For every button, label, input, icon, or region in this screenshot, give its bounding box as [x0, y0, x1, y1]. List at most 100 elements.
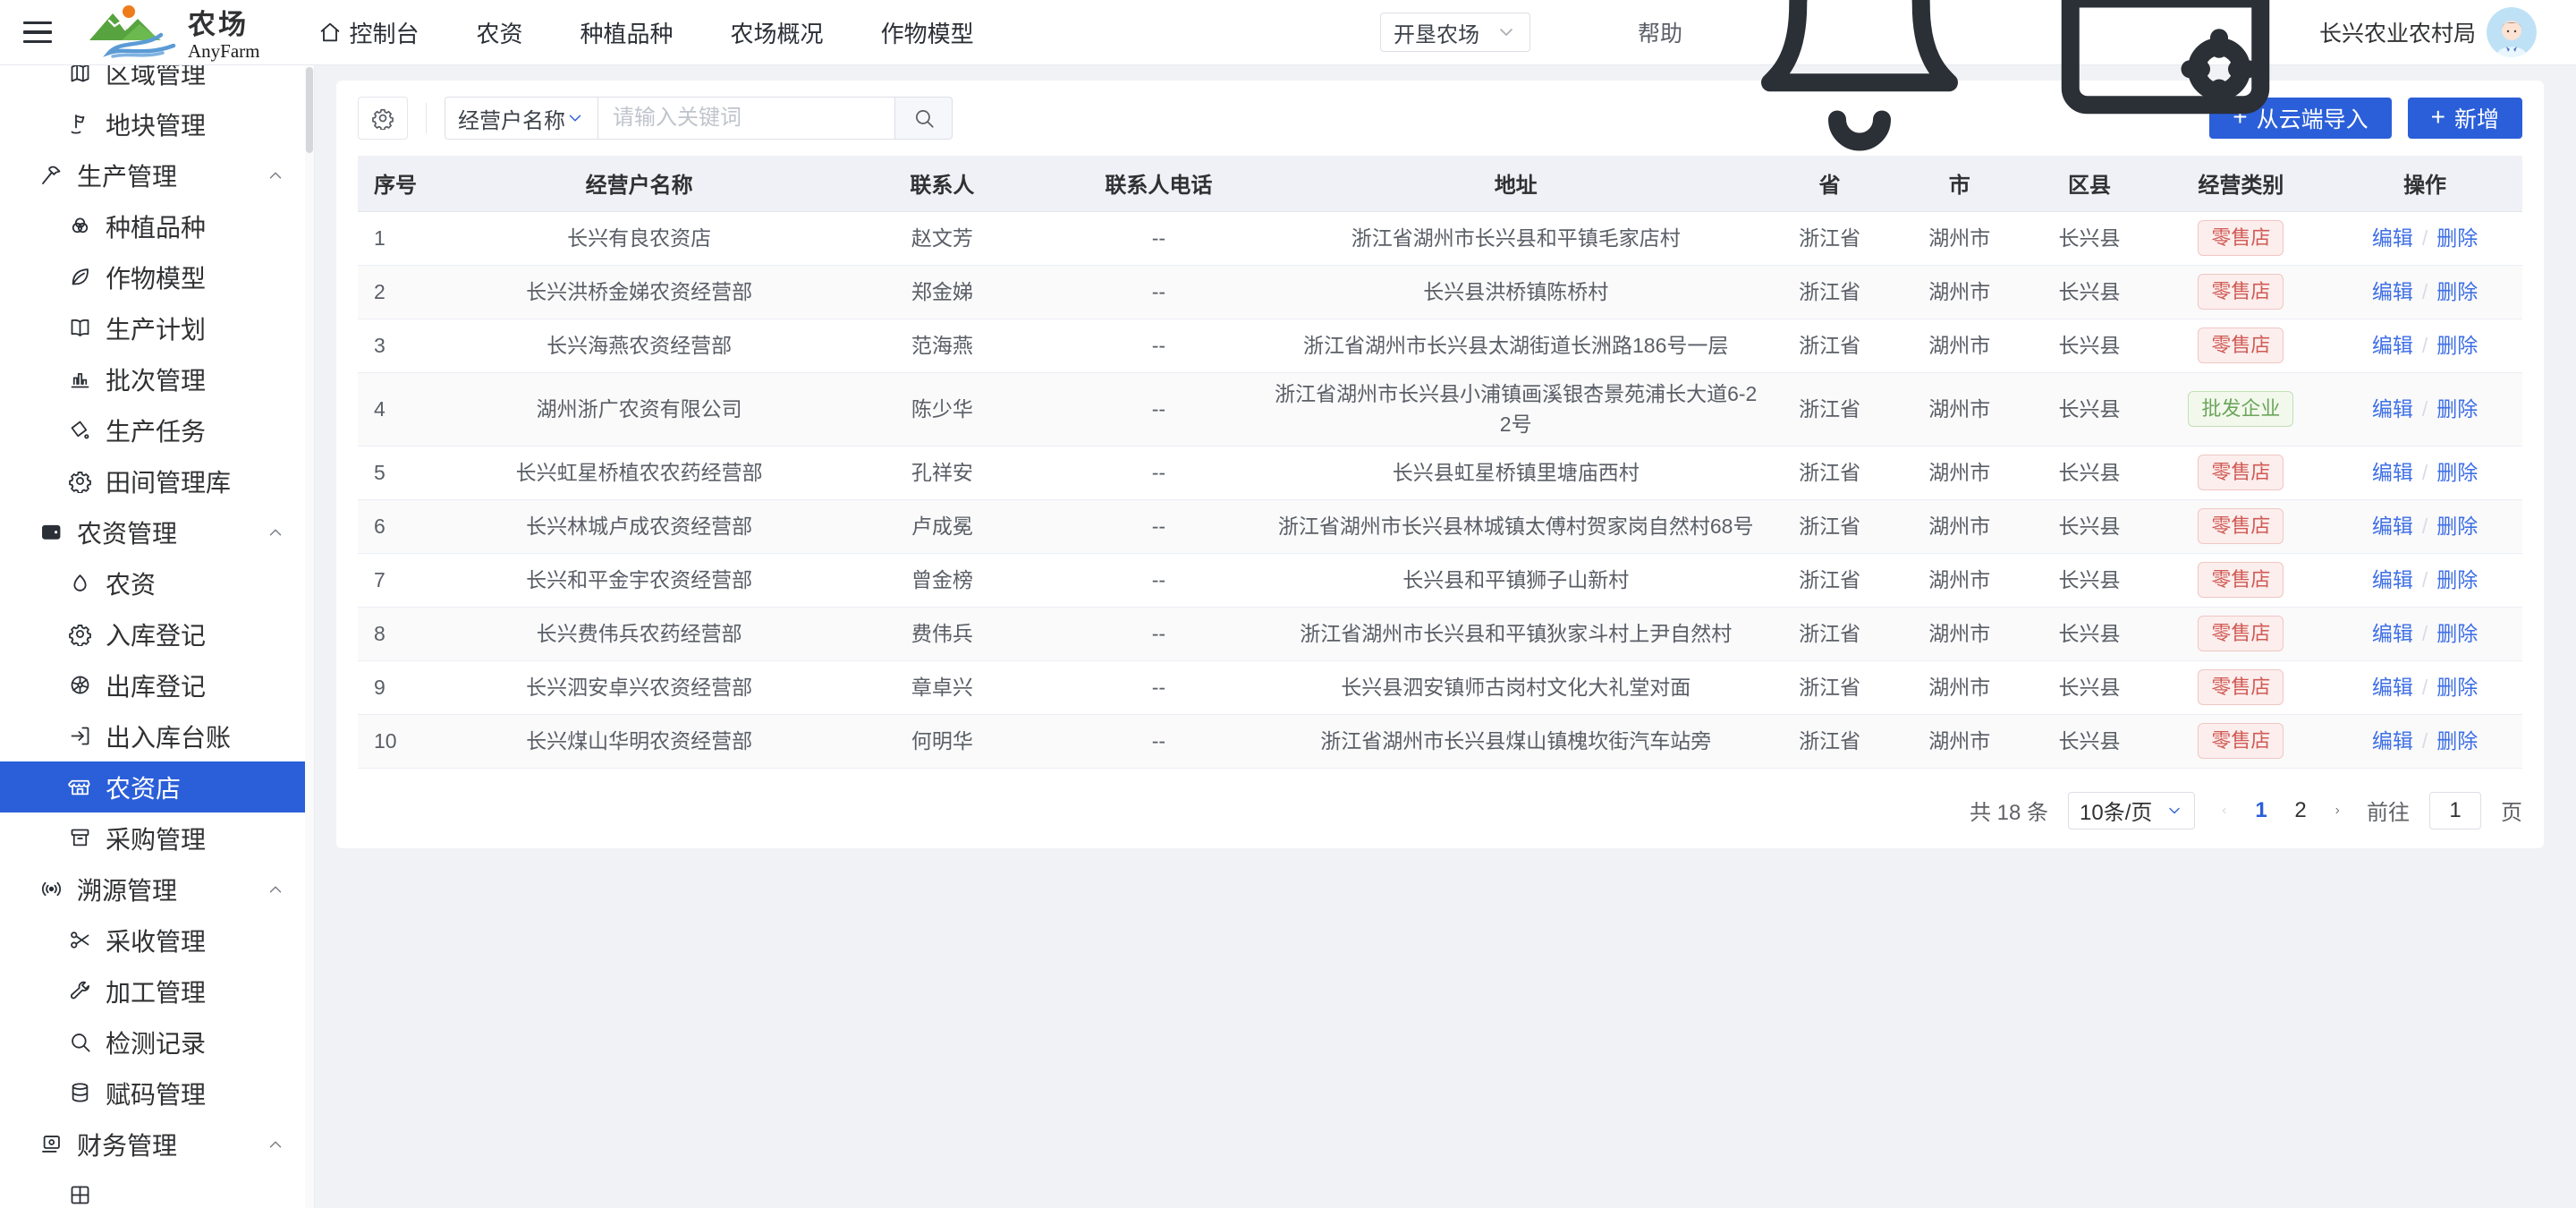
pagination: 共 18 条 10条/页 12 前往 页 [358, 792, 2522, 829]
action-divider: / [2422, 334, 2428, 357]
cell-category: 零售店 [2155, 265, 2328, 319]
table-row: 8长兴费伟兵农药经营部费伟兵--浙江省湖州市长兴县和平镇狄家斗村上尹自然村浙江省… [358, 607, 2522, 660]
delete-link[interactable]: 删除 [2436, 568, 2478, 591]
sidebar-item-出库登记[interactable]: 出库登记 [0, 659, 314, 710]
edit-link[interactable]: 编辑 [2372, 334, 2413, 357]
sidebar-item-财务管理[interactable]: 财务管理 [0, 1119, 314, 1170]
next-page-button[interactable] [2327, 801, 2347, 821]
farm-select[interactable]: 开垦农场 [1380, 13, 1530, 52]
sidebar-item-赋码管理[interactable]: 赋码管理 [0, 1068, 314, 1119]
table-row: 2长兴洪桥金娣农资经营部郑金娣--长兴县洪桥镇陈桥村浙江省湖州市长兴县零售店编辑… [358, 265, 2522, 319]
user-name[interactable]: 长兴农业农村局 [2319, 16, 2476, 48]
sidebar-item-批次管理[interactable]: 批次管理 [0, 353, 314, 404]
sidebar-item-label: 财务管理 [77, 1127, 177, 1162]
sidebar-item-生产任务[interactable]: 生产任务 [0, 404, 314, 455]
cell-city: 湖州市 [1894, 446, 2024, 499]
nav-item-4[interactable]: 农场概况 [731, 16, 824, 49]
sidebar-item-入库登记[interactable]: 入库登记 [0, 608, 314, 659]
search-button[interactable] [895, 97, 953, 140]
sidebar-item-种植品种[interactable]: 种植品种 [0, 200, 314, 251]
prev-page-button[interactable] [2215, 801, 2234, 821]
action-divider: / [2422, 461, 2428, 484]
cell-actions: 编辑/删除 [2327, 265, 2522, 319]
sidebar-item-田间管理库[interactable]: 田间管理库 [0, 455, 314, 506]
sidebar-scrollbar-thumb[interactable] [306, 67, 313, 153]
delete-link[interactable]: 删除 [2436, 280, 2478, 303]
total-count: 共 18 条 [1970, 795, 2048, 826]
cell-province: 浙江省 [1765, 446, 1894, 499]
sidebar-item-采购管理[interactable]: 采购管理 [0, 812, 314, 863]
delete-link[interactable]: 删除 [2436, 334, 2478, 357]
cell-category: 零售店 [2155, 660, 2328, 714]
sidebar-item-生产计划[interactable]: 生产计划 [0, 302, 314, 353]
edit-link[interactable]: 编辑 [2372, 461, 2413, 484]
edit-link[interactable]: 编辑 [2372, 568, 2413, 591]
sidebar-item-出入库台账[interactable]: 出入库台账 [0, 710, 314, 761]
search-input[interactable] [598, 97, 895, 140]
app-logo: 农场 AnyFarm [86, 2, 260, 63]
delete-link[interactable]: 删除 [2436, 461, 2478, 484]
page-number-1[interactable]: 1 [2241, 798, 2281, 823]
workbench-settings-button[interactable] [2031, 0, 2300, 166]
sidebar-item-溯源管理[interactable]: 溯源管理 [0, 863, 314, 915]
edit-link[interactable]: 编辑 [2372, 397, 2413, 421]
cell-phone: -- [1050, 607, 1267, 660]
edit-link[interactable]: 编辑 [2372, 280, 2413, 303]
sidebar-item-农资管理[interactable]: 农资管理 [0, 506, 314, 557]
help-link[interactable]: 帮助 [1638, 16, 1682, 48]
cell-actions: 编辑 / 删除 [2327, 446, 2522, 499]
cell-address: 浙江省湖州市长兴县太湖街道长洲路186号一层 [1267, 319, 1765, 372]
sidebar-item-作物模型[interactable]: 作物模型 [0, 251, 314, 302]
cell-actions: 编辑/删除 [2327, 660, 2522, 714]
page-numbers: 12 [2241, 798, 2320, 823]
nav-item-2[interactable]: 农资 [477, 16, 523, 49]
edit-link[interactable]: 编辑 [2372, 622, 2413, 645]
nav-item-1[interactable]: 控制台 [318, 16, 419, 49]
avatar[interactable] [2487, 7, 2537, 57]
delete-link[interactable]: 删除 [2436, 397, 2478, 421]
edit-link[interactable]: 编辑 [2372, 676, 2413, 699]
page-size-select[interactable]: 10条/页 [2068, 792, 2195, 829]
cell-contact: 何明华 [834, 714, 1050, 768]
sidebar-item-label: 作物模型 [106, 259, 206, 295]
nav-item-5[interactable]: 作物模型 [881, 16, 974, 49]
sidebar-item-地块管理[interactable]: 地块管理 [0, 98, 314, 149]
cell-city: 湖州市 [1894, 499, 2024, 553]
sidebar-item-区域管理[interactable]: 区域管理 [0, 65, 314, 98]
delete-link[interactable]: 删除 [2436, 622, 2478, 645]
filter-field-select[interactable]: 经营户名称 [445, 97, 598, 140]
delete-link[interactable]: 删除 [2436, 226, 2478, 250]
sidebar-item-检测记录[interactable]: 检测记录 [0, 1017, 314, 1068]
delete-link[interactable]: 删除 [2436, 729, 2478, 753]
action-divider: / [2422, 226, 2428, 250]
edit-link[interactable]: 编辑 [2372, 729, 2413, 753]
table-row: 4湖州浙广农资有限公司陈少华--浙江省湖州市长兴县小浦镇画溪银杏景苑浦长大道6-… [358, 372, 2522, 446]
delete-link[interactable]: 删除 [2436, 515, 2478, 538]
sidebar-item-农资[interactable]: 农资 [0, 557, 314, 608]
sidebar-item-label: 生产计划 [106, 311, 206, 346]
sidebar-item-农资店[interactable]: 农资店 [0, 761, 314, 812]
sidebar-item-加工管理[interactable]: 加工管理 [0, 966, 314, 1017]
column-header: 联系人电话 [1050, 156, 1267, 211]
column-settings-button[interactable] [358, 97, 408, 140]
filter-field-value: 经营户名称 [458, 103, 565, 134]
logo-mountain-graphic [86, 3, 193, 62]
sidebar-item-partial[interactable] [0, 1170, 314, 1208]
sidebar-item-label: 溯源管理 [77, 872, 177, 907]
nav-item-3[interactable]: 种植品种 [580, 16, 674, 49]
cell-contact: 陈少华 [834, 372, 1050, 446]
delete-link[interactable]: 删除 [2436, 676, 2478, 699]
sidebar-item-label: 生产管理 [77, 157, 177, 193]
notification-bell[interactable]: 0 [1725, 0, 1994, 166]
page-number-2[interactable]: 2 [2281, 798, 2320, 823]
cell-category: 零售店 [2155, 211, 2328, 265]
menu-toggle-icon[interactable] [23, 14, 59, 50]
cell-contact: 费伟兵 [834, 607, 1050, 660]
enter-icon [68, 724, 92, 748]
sidebar-item-生产管理[interactable]: 生产管理 [0, 149, 314, 200]
chevron-down-icon [565, 108, 585, 128]
edit-link[interactable]: 编辑 [2372, 226, 2413, 250]
edit-link[interactable]: 编辑 [2372, 515, 2413, 538]
goto-page-input[interactable] [2429, 792, 2481, 829]
sidebar-item-采收管理[interactable]: 采收管理 [0, 915, 314, 966]
